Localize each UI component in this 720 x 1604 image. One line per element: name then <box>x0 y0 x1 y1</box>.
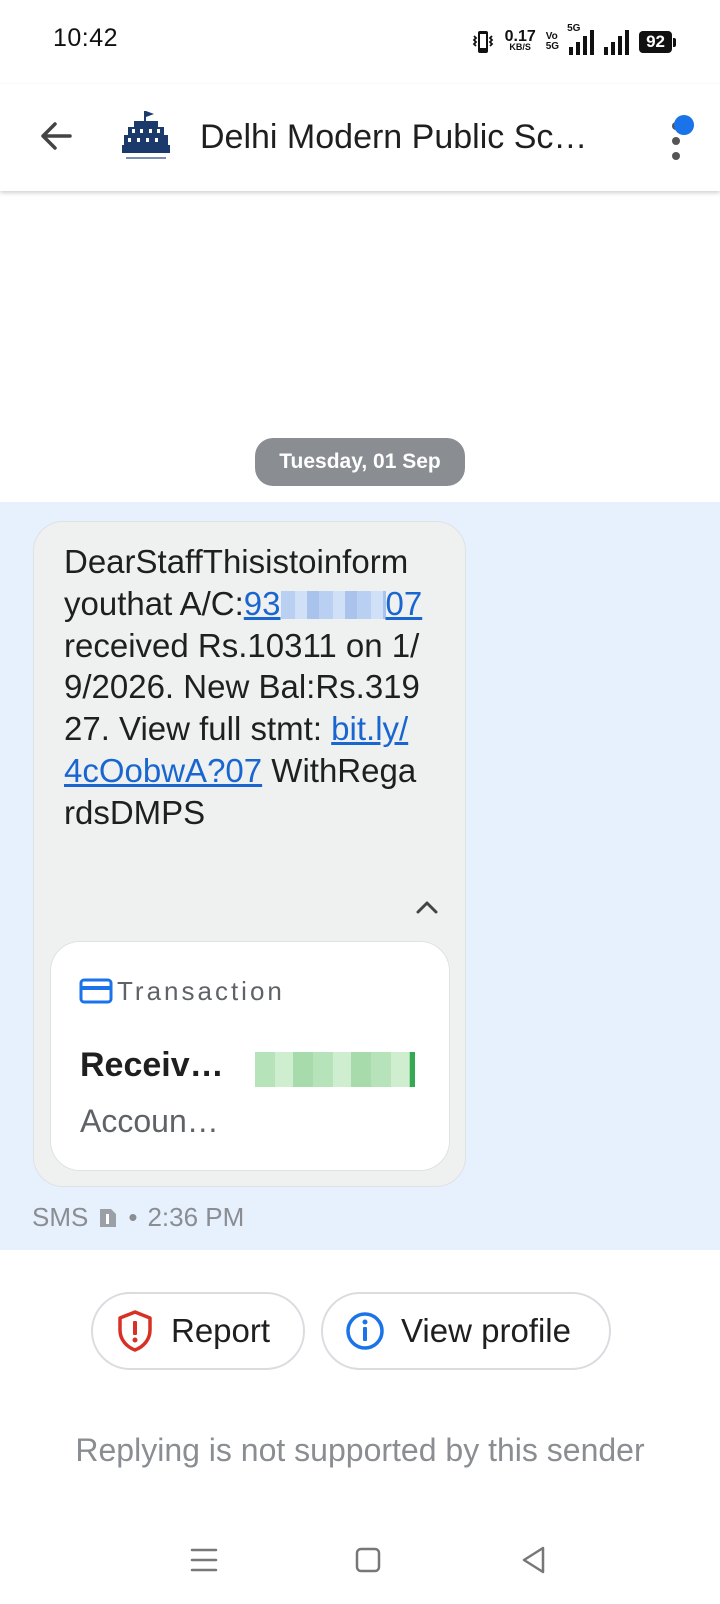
back-nav-icon[interactable] <box>514 1540 554 1580</box>
sender-logo-icon[interactable] <box>118 109 174 165</box>
message-time: 2:36 PM <box>147 1202 245 1232</box>
sim-1-icon <box>100 1208 117 1227</box>
info-icon <box>346 1312 384 1350</box>
view-profile-button[interactable]: View profile <box>321 1292 611 1370</box>
battery-indicator: 92 <box>639 31 676 53</box>
home-nav-icon[interactable] <box>348 1540 388 1580</box>
meta-separator: • <box>128 1202 138 1232</box>
message-type: SMS <box>32 1202 89 1232</box>
signal-5g-icon: 5G <box>567 23 595 55</box>
transaction-title: Receiv… <box>80 1046 224 1084</box>
network-speed: 0.17 KB/S <box>504 28 536 53</box>
report-label: Report <box>171 1312 271 1349</box>
reply-not-supported-notice: Replying is not supported by this sender <box>75 1432 645 1468</box>
volte-bottom: 5G <box>545 41 560 52</box>
vibrate-icon <box>472 31 493 53</box>
network-type: 5G <box>567 23 581 34</box>
message-text: DearStaffThisistoinformyouthat A/C:93 07 … <box>64 543 423 831</box>
transaction-label: Transaction <box>117 976 285 1006</box>
account-number-link[interactable]: 93 07 <box>244 585 422 622</box>
date-separator: Tuesday, 01 Sep <box>255 438 465 486</box>
volte-indicator: Vo 5G <box>546 32 559 52</box>
app-bar: Delhi Modern Public Sc… <box>0 84 720 191</box>
report-button[interactable]: Report <box>91 1292 305 1370</box>
network-speed-value: 0.17 <box>504 28 536 45</box>
transaction-subtitle: Accoun… <box>80 1103 219 1139</box>
conversation-title: Delhi Modern Public Sc… <box>200 118 588 156</box>
view-profile-label: View profile <box>401 1312 571 1349</box>
notification-dot <box>674 115 694 135</box>
chevron-up-icon[interactable] <box>412 896 442 918</box>
shield-alert-icon <box>118 1310 152 1352</box>
signal-icon <box>604 29 630 55</box>
status-bar: 10:42 0.17 KB/S Vo 5G 5G 92 <box>0 0 720 84</box>
status-time: 10:42 <box>53 24 119 52</box>
network-speed-unit: KB/S <box>509 42 531 52</box>
menu-nav-icon[interactable] <box>184 1540 224 1580</box>
redacted-transaction-amount <box>255 1052 415 1087</box>
message-meta: SMS • 2:36 PM <box>32 1202 244 1233</box>
redacted-account-digits <box>280 590 386 619</box>
status-icons: 0.17 KB/S Vo 5G 5G 92 <box>471 23 676 58</box>
credit-card-icon <box>79 978 113 1004</box>
back-arrow-icon[interactable] <box>34 114 78 158</box>
